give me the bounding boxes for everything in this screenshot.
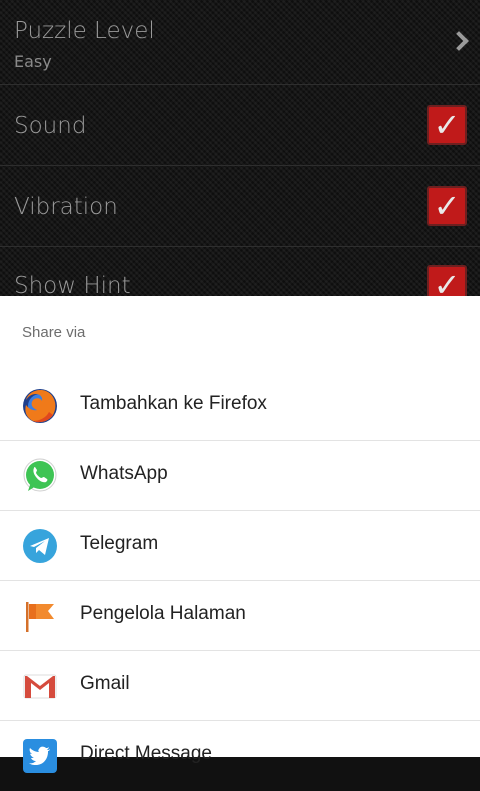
twitter-icon [22,738,58,774]
share-item-whatsapp[interactable]: WhatsApp [0,441,480,511]
share-item-label: Telegram [80,533,159,554]
share-sheet-title: Share via [22,324,86,341]
share-item-label: Gmail [80,673,130,694]
setting-sound[interactable]: Sound ✓ [0,85,480,166]
settings-list: Puzzle Level Easy Sound ✓ Vibration ✓ Sh… [0,0,480,296]
vibration-checkbox[interactable]: ✓ [427,186,467,226]
sound-checkbox[interactable]: ✓ [427,105,467,145]
vibration-title: Vibration [14,194,118,220]
share-item-label: Tambahkan ke Firefox [80,393,267,414]
gmail-icon [22,668,58,704]
share-item-firefox[interactable]: Tambahkan ke Firefox [0,371,480,441]
setting-puzzle-level[interactable]: Puzzle Level Easy [0,0,480,85]
firefox-icon [22,388,58,424]
telegram-icon [22,528,58,564]
chevron-right-icon [449,31,469,51]
page-manager-flag-icon [22,598,58,634]
whatsapp-icon [22,458,58,494]
setting-vibration[interactable]: Vibration ✓ [0,166,480,247]
share-item-label: WhatsApp [80,463,168,484]
sound-title: Sound [14,113,87,139]
show-hint-title: Show Hint [14,273,131,296]
puzzle-level-title: Puzzle Level [14,18,155,44]
share-sheet: Share via Tambahkan ke Firefox WhatsApp [0,296,480,773]
share-item-page-manager[interactable]: Pengelola Halaman [0,581,480,651]
show-hint-checkbox[interactable]: ✓ [427,265,467,296]
share-item-telegram[interactable]: Telegram [0,511,480,581]
share-item-direct-message[interactable]: Direct Message [0,721,480,791]
share-item-label: Pengelola Halaman [80,603,246,624]
puzzle-level-value: Easy [14,52,52,71]
setting-show-hint[interactable]: Show Hint ✓ [0,247,480,296]
share-item-gmail[interactable]: Gmail [0,651,480,721]
share-item-label: Direct Message [80,743,212,764]
